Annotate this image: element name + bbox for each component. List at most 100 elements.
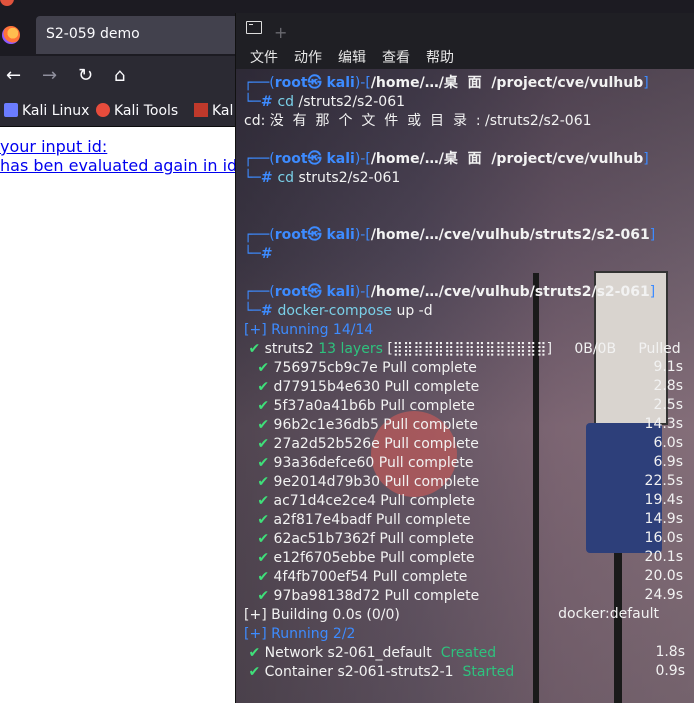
menu-help[interactable]: 帮助 bbox=[426, 47, 454, 67]
layer-time: 14.9s bbox=[644, 511, 683, 527]
check-icon: ✔ bbox=[244, 379, 274, 395]
command-name: docker-compose bbox=[277, 303, 397, 319]
page-line-evaluated[interactable]: has ben evaluated again in id bbox=[0, 156, 237, 175]
terminal-icon bbox=[246, 21, 262, 34]
wallpaper-pole bbox=[533, 273, 539, 703]
command-line: └─# cd struts2/s2-061 bbox=[244, 170, 401, 186]
layer-time: 22.5s bbox=[644, 473, 683, 489]
bookmark-kali-linux[interactable]: Kali Linux bbox=[4, 103, 89, 119]
layer-pull-line: ✔ 9e2014d79b30 Pull complete bbox=[244, 474, 480, 490]
check-icon: ✔ bbox=[244, 341, 265, 357]
prompt-user: root㉿ bbox=[274, 284, 327, 300]
window-close-dot[interactable] bbox=[0, 0, 14, 6]
network-line: ✔ Network s2-061_default Created bbox=[244, 645, 497, 661]
command-line: └─# cd /struts2/s2-061 bbox=[244, 94, 406, 110]
layer-time: 20.1s bbox=[644, 549, 683, 565]
prompt-user: root㉿ bbox=[274, 227, 327, 243]
menu-file[interactable]: 文件 bbox=[250, 47, 278, 67]
check-icon: ✔ bbox=[244, 588, 274, 604]
check-icon: ✔ bbox=[244, 550, 274, 566]
terminal-title-bar: + bbox=[236, 13, 694, 43]
layer-pull-line: ✔ 27a2d52b526e Pull complete bbox=[244, 436, 479, 452]
layer-pull-line: ✔ 756975cb9c7e Pull complete bbox=[244, 360, 477, 376]
reload-icon[interactable]: ↻ bbox=[78, 65, 93, 87]
prompt-path: /home/…/cve/vulhub/struts2/s2-061 bbox=[370, 227, 650, 243]
layer-time: 9.1s bbox=[653, 359, 683, 375]
command-args: /struts2/s2-061 bbox=[298, 94, 406, 110]
layer-pull-line: ✔ e12f6705ebbe Pull complete bbox=[244, 550, 475, 566]
check-icon: ✔ bbox=[244, 493, 274, 509]
prompt-line: ┌──(root㉿ kali)-[/home/…/cve/vulhub/stru… bbox=[244, 284, 656, 300]
check-icon: ✔ bbox=[244, 664, 265, 680]
firefox-icon[interactable] bbox=[2, 26, 20, 44]
layer-pull-line: ✔ d77915b4e630 Pull complete bbox=[244, 379, 480, 395]
status-text: Started bbox=[462, 664, 515, 680]
check-icon: ✔ bbox=[244, 398, 274, 414]
check-icon: ✔ bbox=[244, 417, 274, 433]
layer-time: 20.0s bbox=[644, 568, 683, 584]
running-status-2: [+] Running 2/2 bbox=[244, 626, 356, 642]
prompt-host: kali bbox=[326, 75, 355, 91]
check-icon: ✔ bbox=[244, 474, 274, 490]
terminal-window[interactable]: + 文件 动作 编辑 查看 帮助 ┌──(root㉿ kali)-[/home/… bbox=[235, 13, 694, 703]
prompt-user: root㉿ bbox=[274, 151, 327, 167]
elapsed-time: 1.8s bbox=[655, 644, 685, 660]
prompt-line: ┌──(root㉿ kali)-[/home/…/桌 面 /project/cv… bbox=[244, 151, 649, 167]
layer-pull-line: ✔ 5f37a0a41b6b Pull complete bbox=[244, 398, 475, 414]
terminal-menu-bar: 文件 动作 编辑 查看 帮助 bbox=[236, 43, 694, 69]
layer-time: 2.5s bbox=[653, 397, 683, 413]
prompt-line: ┌──(root㉿ kali)-[/home/…/cve/vulhub/stru… bbox=[244, 227, 656, 243]
check-icon: ✔ bbox=[244, 455, 274, 471]
prompt-path: /home/…/桌 面 /project/cve/vulhub bbox=[370, 75, 644, 91]
running-status: [+] Running 14/14 bbox=[244, 322, 374, 338]
back-arrow-icon[interactable]: ← bbox=[6, 65, 21, 87]
menu-actions[interactable]: 动作 bbox=[294, 47, 322, 67]
prompt-line: ┌──(root㉿ kali)-[/home/…/桌 面 /project/cv… bbox=[244, 75, 649, 91]
status-text: Created bbox=[440, 645, 497, 661]
bookmark-kali-forums[interactable]: Kal bbox=[194, 103, 233, 119]
layer-pull-line: ✔ 93a36defce60 Pull complete bbox=[244, 455, 474, 471]
check-icon: ✔ bbox=[244, 436, 274, 452]
menu-view[interactable]: 查看 bbox=[382, 47, 410, 67]
layer-time: 6.0s bbox=[653, 435, 683, 451]
layer-time: 16.0s bbox=[644, 530, 683, 546]
building-context: docker:default bbox=[558, 606, 659, 622]
new-tab-plus-icon[interactable]: + bbox=[274, 23, 287, 42]
home-icon[interactable]: ⌂ bbox=[114, 65, 125, 87]
command-name: cd bbox=[277, 170, 299, 186]
command-args: struts2/s2-061 bbox=[298, 170, 401, 186]
command-line: └─# docker-compose up -d bbox=[244, 303, 433, 319]
page-line-input-id[interactable]: your input id: bbox=[0, 137, 107, 156]
layer-pull-line: ✔ ac71d4ce2ce4 Pull complete bbox=[244, 493, 475, 509]
forward-arrow-icon[interactable]: → bbox=[42, 65, 57, 87]
error-line: cd: 没 有 那 个 文 件 或 目 录 : /struts2/s2-061 bbox=[244, 113, 592, 129]
struts2-pull-line: ✔ struts2 13 layers [⣿⣿⣿⣿⣿⣿⣿⣿⣿⣿⣿⣿⣿⣿⣿] 0B… bbox=[244, 341, 681, 357]
kali-forums-icon bbox=[194, 103, 208, 117]
prompt-user: root㉿ bbox=[274, 75, 327, 91]
prompt-host: kali bbox=[326, 151, 355, 167]
tab-title: S2-059 demo bbox=[46, 26, 140, 42]
elapsed-time: 0.9s bbox=[655, 663, 685, 679]
container-line: ✔ Container s2-061-struts2-1 Started bbox=[244, 664, 515, 680]
layer-pull-line: ✔ 97ba98138d72 Pull complete bbox=[244, 588, 480, 604]
kali-dragon-icon bbox=[4, 103, 18, 117]
layer-time: 6.9s bbox=[653, 454, 683, 470]
layer-pull-line: ✔ 4f4fb700ef54 Pull complete bbox=[244, 569, 468, 585]
check-icon: ✔ bbox=[244, 360, 274, 376]
command-line: └─# bbox=[244, 246, 278, 262]
menu-edit[interactable]: 编辑 bbox=[338, 47, 366, 67]
check-icon: ✔ bbox=[244, 531, 274, 547]
layer-time: 24.9s bbox=[644, 587, 683, 603]
check-icon: ✔ bbox=[244, 645, 265, 661]
prompt-host: kali bbox=[326, 227, 355, 243]
layer-time: 19.4s bbox=[644, 492, 683, 508]
layer-time: 2.8s bbox=[653, 378, 683, 394]
prompt-host: kali bbox=[326, 284, 355, 300]
layer-pull-line: ✔ 62ac51b7362f Pull complete bbox=[244, 531, 475, 547]
kali-tools-icon bbox=[96, 103, 110, 117]
command-name: cd bbox=[277, 94, 299, 110]
bookmark-kali-tools[interactable]: Kali Tools bbox=[96, 103, 178, 119]
layer-time: 14.3s bbox=[644, 416, 683, 432]
browser-tab[interactable]: S2-059 demo bbox=[36, 16, 256, 54]
check-icon: ✔ bbox=[244, 569, 274, 585]
